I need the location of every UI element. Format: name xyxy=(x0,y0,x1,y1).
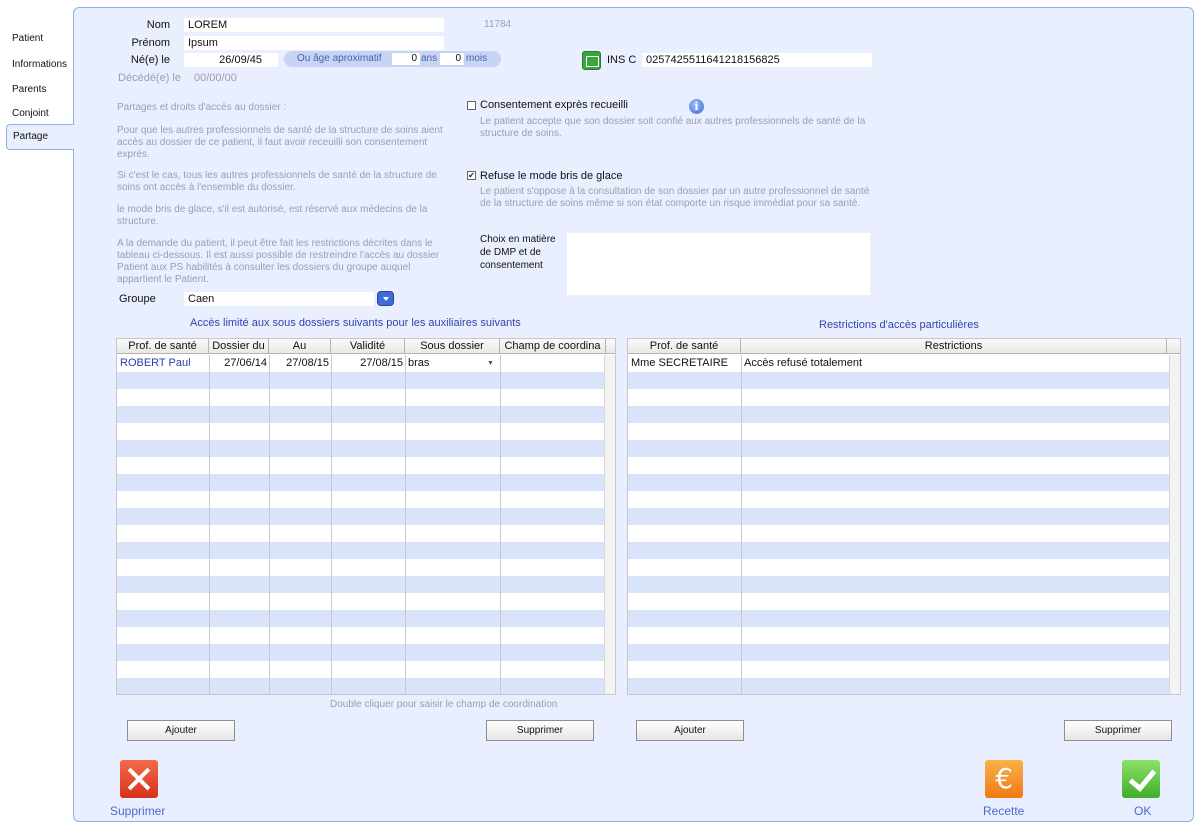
left-delete-button[interactable]: Supprimer xyxy=(486,720,594,741)
col-dossier-du[interactable]: Dossier du xyxy=(209,339,269,354)
left-table-rows[interactable] xyxy=(117,355,615,694)
right-delete-button[interactable]: Supprimer xyxy=(1064,720,1172,741)
ok-label[interactable]: OK xyxy=(1134,804,1151,818)
left-table-caption: Accès limité aux sous dossiers suivants … xyxy=(190,317,521,329)
consent-description: Le patient accepte que son dossier soit … xyxy=(480,116,866,139)
col-restrictions[interactable]: Restrictions xyxy=(741,339,1167,354)
ok-check-icon[interactable] xyxy=(1122,760,1160,798)
prenom-label: Prénom xyxy=(131,37,170,49)
info-title: Partages et droits d'accès au dossier : xyxy=(117,102,287,113)
row-au[interactable]: 27/08/15 xyxy=(271,356,329,371)
decede-value[interactable]: 00/00/00 xyxy=(194,72,237,84)
groupe-label: Groupe xyxy=(119,293,156,305)
left-access-table[interactable]: Prof. de santé Dossier du Au Validité So… xyxy=(116,338,616,695)
left-table-scrollbar[interactable] xyxy=(604,355,615,694)
ins-card-icon[interactable] xyxy=(582,51,601,70)
insc-field[interactable]: 0257425511641218156825 xyxy=(642,53,872,67)
right-table-header: Prof. de santé Restrictions xyxy=(628,339,1180,354)
nele-field[interactable]: 26/09/45 xyxy=(184,53,278,67)
consent-label: Consentement exprès recueilli xyxy=(480,99,628,111)
info-paragraph-1: Pour que les autres professionnels de sa… xyxy=(117,125,443,160)
left-add-button[interactable]: Ajouter xyxy=(127,720,235,741)
row-dossier-du[interactable]: 27/06/14 xyxy=(211,356,267,371)
decede-label: Décédé(e) le xyxy=(118,72,181,84)
left-table-header: Prof. de santé Dossier du Au Validité So… xyxy=(117,339,615,354)
delete-patient-icon[interactable] xyxy=(120,760,158,798)
col-validite[interactable]: Validité xyxy=(331,339,405,354)
choix-label: Choix en matière de DMP et de consenteme… xyxy=(480,234,556,271)
col-prof-sante[interactable]: Prof. de santé xyxy=(628,339,741,354)
info-paragraph-3: le mode bris de glace, s'il est autorisé… xyxy=(117,204,428,227)
col-au[interactable]: Au xyxy=(269,339,331,354)
age-years-input[interactable]: 0 xyxy=(392,53,420,65)
groupe-dropdown-button[interactable] xyxy=(377,291,394,306)
nom-label: Nom xyxy=(146,19,170,31)
bris-description: Le patient s'oppose à la consultation de… xyxy=(480,186,870,209)
bris-label: Refuse le mode bris de glace xyxy=(480,170,623,182)
col-prof-sante[interactable]: Prof. de santé xyxy=(117,339,209,354)
nom-field[interactable]: LOREM xyxy=(184,18,444,32)
tab-parents[interactable]: Parents xyxy=(6,78,74,100)
row-sous-dossier[interactable]: bras xyxy=(408,356,478,371)
row-restriction[interactable]: Accès refusé totalement xyxy=(744,356,1044,371)
approx-age-group: Ou âge aproximatif 0 ans 0 mois xyxy=(284,51,501,67)
tab-partage[interactable]: Partage xyxy=(6,124,74,150)
coordination-hint: Double cliquer pour saisir le champ de c… xyxy=(330,699,558,710)
groupe-select[interactable]: Caen xyxy=(184,292,374,306)
right-table-rows[interactable] xyxy=(628,355,1180,694)
patient-id: 11784 xyxy=(484,19,512,30)
nele-label: Né(e) le xyxy=(130,54,170,66)
mois-label: mois xyxy=(466,53,488,64)
choix-textarea[interactable] xyxy=(567,233,870,295)
info-paragraph-4: A la demande du patient, il peut être fa… xyxy=(117,238,440,285)
euro-icon[interactable]: € xyxy=(985,760,1023,798)
approx-age-label: Ou âge aproximatif xyxy=(297,53,382,64)
col-champ-coordination[interactable]: Champ de coordina xyxy=(500,339,606,354)
row-prof-sante[interactable]: Mme SECRETAIRE xyxy=(631,356,739,371)
info-paragraph-2: Si c'est le cas, tous les autres profess… xyxy=(117,170,437,193)
tab-patient[interactable]: Patient xyxy=(6,27,74,49)
delete-patient-label[interactable]: Supprimer xyxy=(110,804,165,818)
recette-label[interactable]: Recette xyxy=(983,804,1024,818)
right-restrictions-table[interactable]: Prof. de santé Restrictions Mme SECRETAI… xyxy=(627,338,1181,695)
col-sous-dossier[interactable]: Sous dossier xyxy=(405,339,500,354)
ans-label: ans xyxy=(421,53,438,64)
right-add-button[interactable]: Ajouter xyxy=(636,720,744,741)
info-icon[interactable]: i xyxy=(689,99,704,114)
sous-dossier-dropdown-icon[interactable]: ▼ xyxy=(487,356,497,371)
age-months-input[interactable]: 0 xyxy=(440,53,464,65)
right-table-caption: Restrictions d'accès particulières xyxy=(819,319,979,331)
insc-label: INS C xyxy=(607,54,637,66)
row-prof-sante[interactable]: ROBERT Paul xyxy=(120,356,208,371)
consent-checkbox[interactable] xyxy=(467,101,476,110)
prenom-field[interactable]: Ipsum xyxy=(184,36,444,50)
right-table-scrollbar[interactable] xyxy=(1169,355,1180,694)
tab-informations[interactable]: Informations xyxy=(6,53,74,75)
row-validite[interactable]: 27/08/15 xyxy=(333,356,403,371)
tab-conjoint[interactable]: Conjoint xyxy=(6,102,74,124)
bris-checkbox[interactable]: ✔ xyxy=(467,171,476,180)
row-champ-coordination[interactable] xyxy=(503,356,603,371)
